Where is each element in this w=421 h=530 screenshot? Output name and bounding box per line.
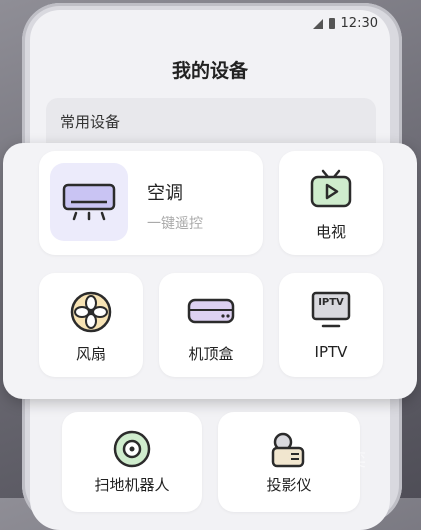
device-card-robot-vacuum[interactable]: 扫地机器人 (62, 412, 202, 512)
device-name-projector: 投影仪 (266, 476, 312, 494)
set-top-box-icon (159, 297, 263, 325)
device-name-fan: 风扇 (75, 345, 106, 363)
device-card-fan[interactable]: 风扇 (39, 273, 143, 377)
fan-icon (39, 291, 143, 333)
robot-vacuum-icon (62, 430, 202, 468)
signal-icon (312, 18, 323, 29)
air-conditioner-icon (50, 163, 128, 241)
device-card-set-top-box[interactable]: 机顶盒 (159, 273, 263, 377)
iptv-icon-text: IPTV (318, 297, 344, 308)
page-title: 我的设备 (171, 60, 248, 82)
device-card-iptv[interactable]: IPTV IPTV (279, 273, 383, 377)
status-bar: 12:30 (312, 16, 378, 31)
device-name-tv: 电视 (315, 223, 346, 241)
device-card-air-conditioner[interactable]: 空调 一键遥控 (39, 151, 263, 255)
device-subtitle-air-conditioner: 一键遥控 (147, 216, 203, 232)
device-name-air-conditioner: 空调 (147, 183, 183, 204)
tv-icon (279, 169, 383, 209)
battery-icon (328, 18, 335, 29)
device-card-tv[interactable]: 电视 (279, 151, 383, 255)
device-name-iptv: IPTV (314, 343, 348, 361)
status-time: 12:30 (340, 16, 378, 31)
device-panel: 空调 一键遥控 电视 风扇 机顶盒 IPTV IPTV (3, 143, 417, 399)
device-name-set-top-box: 机顶盒 (188, 345, 234, 363)
section-label: 常用设备 (60, 113, 121, 131)
iptv-icon: IPTV (279, 291, 383, 329)
watermark-text: 新豆奕 (310, 450, 367, 471)
device-name-robot-vacuum: 扫地机器人 (94, 476, 170, 494)
